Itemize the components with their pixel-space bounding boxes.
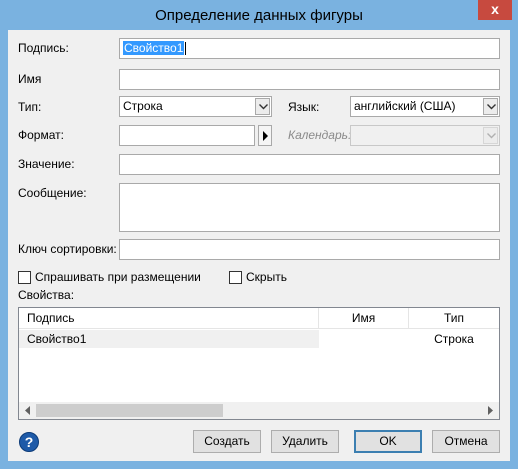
name-input[interactable] [119, 69, 500, 90]
close-icon: x [491, 1, 499, 17]
list-header: Подпись Имя Тип [19, 308, 499, 329]
chevron-down-icon [483, 127, 498, 144]
sort-key-input[interactable] [119, 239, 500, 260]
caption-label: Подпись: [18, 41, 69, 55]
close-button[interactable]: x [478, 0, 512, 20]
value-label: Значение: [18, 157, 75, 171]
language-label: Язык: [288, 100, 320, 114]
triangle-right-icon [263, 131, 268, 141]
prompt-label: Сообщение: [18, 186, 87, 200]
arrow-right-icon [488, 406, 493, 415]
arrow-left-icon [25, 406, 30, 415]
ok-button[interactable]: OK [354, 430, 422, 453]
properties-label: Свойства: [18, 288, 75, 302]
list-row[interactable]: Свойство1 Строка [19, 330, 499, 348]
help-icon[interactable]: ? [19, 432, 39, 452]
row-type: Строка [434, 332, 474, 346]
column-header-name[interactable]: Имя [319, 308, 409, 328]
caption-input[interactable]: Свойство1 [119, 38, 500, 59]
type-dropdown-value: Строка [123, 99, 163, 113]
text-caret [185, 42, 187, 56]
type-label: Тип: [18, 100, 42, 114]
name-label: Имя [18, 72, 42, 86]
sort-key-label: Ключ сортировки: [18, 242, 117, 256]
calendar-dropdown[interactable] [350, 125, 500, 146]
type-dropdown[interactable]: Строка [119, 96, 272, 117]
chevron-down-icon[interactable] [483, 98, 498, 115]
shape-data-dialog: Определение данных фигуры x Подпись: Сво… [0, 0, 518, 469]
dialog-title: Определение данных фигуры [155, 7, 363, 24]
create-button[interactable]: Создать [193, 430, 261, 453]
calendar-label: Календарь: [288, 128, 352, 142]
properties-list[interactable]: Подпись Имя Тип Свойство1 Строка [18, 307, 500, 420]
cancel-button[interactable]: Отмена [432, 430, 500, 453]
language-dropdown[interactable]: английский (США) [350, 96, 500, 117]
horizontal-scrollbar[interactable] [19, 402, 499, 419]
chevron-down-icon[interactable] [255, 98, 270, 115]
value-input[interactable] [119, 154, 500, 175]
prompt-textarea[interactable] [119, 183, 500, 232]
format-picker-button[interactable] [258, 125, 272, 146]
format-input[interactable] [119, 125, 255, 146]
delete-button[interactable]: Удалить [271, 430, 339, 453]
title-bar[interactable]: Определение данных фигуры x [0, 0, 518, 30]
language-dropdown-value: английский (США) [354, 99, 456, 113]
hidden-checkbox[interactable] [229, 271, 242, 284]
dialog-body: Подпись: Свойство1 Имя Тип: Строка Язык:… [8, 30, 510, 461]
scroll-thumb[interactable] [36, 404, 223, 417]
scroll-left-button[interactable] [19, 402, 36, 419]
ask-on-drop-checkbox[interactable] [18, 271, 31, 284]
caption-input-value: Свойство1 [123, 41, 185, 55]
scroll-right-button[interactable] [482, 402, 499, 419]
column-header-caption[interactable]: Подпись [19, 308, 319, 328]
ask-on-drop-label[interactable]: Спрашивать при размещении [35, 270, 201, 284]
row-name [319, 330, 409, 348]
hidden-label[interactable]: Скрыть [246, 270, 287, 284]
column-header-type[interactable]: Тип [409, 308, 499, 328]
format-label: Формат: [18, 128, 64, 142]
row-caption: Свойство1 [27, 332, 87, 346]
